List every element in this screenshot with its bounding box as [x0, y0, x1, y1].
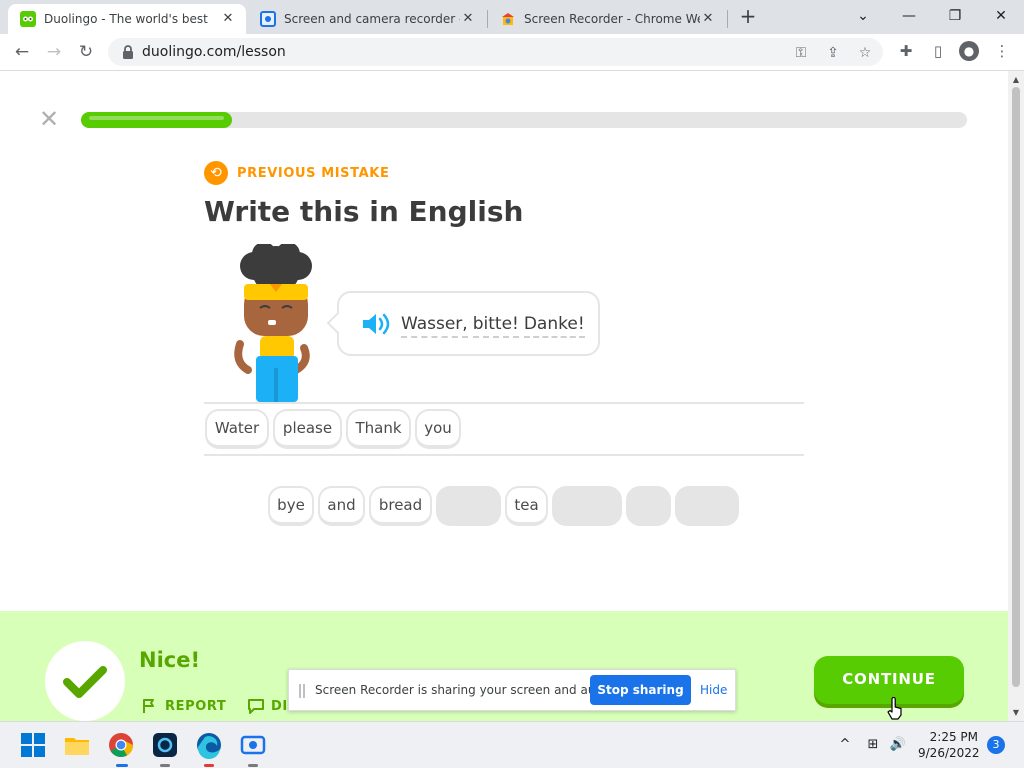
reload-icon[interactable]: ↻	[74, 40, 98, 64]
extensions-icon[interactable]: ✚	[896, 41, 916, 61]
screen-sharing-bar: Screen Recorder is sharing your screen a…	[288, 669, 736, 711]
close-tab-icon[interactable]: ✕	[220, 11, 236, 27]
key-icon[interactable]: ⚿	[792, 44, 810, 62]
tab-screen-recorder[interactable]: Screen and camera recorder - Sc ✕	[248, 4, 486, 34]
system-clock[interactable]: 2:25 PM 9/26/2022	[918, 729, 980, 761]
answer-line	[204, 402, 804, 404]
tab-chrome-web-store[interactable]: Screen Recorder - Chrome Web ✕	[488, 4, 726, 34]
previous-mistake-badge: ⟲ PREVIOUS MISTAKE	[204, 161, 389, 185]
close-window-button[interactable]: ✕	[988, 4, 1014, 28]
sharing-message: Screen Recorder is sharing your screen a…	[315, 683, 618, 697]
character-illustration	[234, 244, 312, 402]
volume-icon[interactable]: 🔊	[889, 736, 907, 754]
drag-handle-icon[interactable]	[299, 684, 305, 698]
hide-link[interactable]: Hide	[700, 683, 727, 697]
answer-chip[interactable]: Thank	[346, 409, 411, 449]
report-button[interactable]: REPORT	[141, 697, 226, 715]
phrase-word[interactable]: Wasser,	[401, 314, 468, 338]
screen-recorder-app-icon[interactable]	[238, 730, 268, 760]
word-bank-slot-empty	[626, 486, 671, 526]
file-explorer-icon[interactable]	[62, 730, 92, 760]
close-tab-icon[interactable]: ✕	[700, 11, 716, 27]
tab-title: Duolingo - The world's best	[44, 12, 208, 26]
checkmark-icon	[63, 666, 107, 698]
profile-avatar-icon[interactable]: ●	[959, 41, 979, 61]
clock-time: 2:25 PM	[929, 730, 978, 744]
windows-start-icon[interactable]	[18, 730, 48, 760]
word-bank-slot-empty	[552, 486, 622, 526]
close-tab-icon[interactable]: ✕	[460, 11, 476, 27]
word-bank-chip[interactable]: bye	[268, 486, 314, 526]
feedback-title: Nice!	[139, 648, 201, 672]
chrome-icon[interactable]	[106, 730, 136, 760]
new-tab-button[interactable]: +	[738, 6, 758, 26]
notification-count-badge[interactable]: 3	[987, 736, 1005, 754]
duolingo-favicon-icon	[20, 11, 36, 27]
comment-icon	[248, 699, 264, 714]
side-panel-icon[interactable]: ▯	[928, 41, 948, 61]
scroll-down-arrow-icon[interactable]: ▼	[1010, 707, 1022, 719]
word-bank-chip[interactable]: tea	[505, 486, 548, 526]
restore-button[interactable]: ❐	[942, 4, 968, 28]
browser-toolbar: ← → ↻ duolingo.com/lesson ⚿ ⇪ ☆ ✚ ▯ ● ⋮	[0, 34, 1024, 71]
success-badge	[45, 641, 125, 721]
tab-title: Screen and camera recorder - Sc	[284, 12, 460, 26]
edge-icon[interactable]	[194, 730, 224, 760]
prompt-phrase: Wasser, bitte! Danke!	[401, 314, 585, 338]
word-bank-chip[interactable]: and	[318, 486, 365, 526]
share-icon[interactable]: ⇪	[824, 44, 842, 62]
word-bank-slot-empty	[675, 486, 739, 526]
answer-chip[interactable]: please	[273, 409, 342, 449]
phrase-word[interactable]: Danke!	[523, 314, 585, 338]
network-icon[interactable]: ⊞	[864, 736, 882, 754]
speech-bubble: Wasser, bitte! Danke!	[326, 291, 600, 356]
lock-icon	[123, 45, 133, 59]
tab-duolingo[interactable]: Duolingo - The world's best ✕	[8, 4, 246, 34]
stop-sharing-button[interactable]: Stop sharing	[590, 675, 691, 705]
tab-title: Screen Recorder - Chrome Web	[524, 12, 700, 26]
address-bar[interactable]: duolingo.com/lesson ⚿ ⇪ ☆	[108, 38, 883, 66]
menu-icon[interactable]: ⋮	[992, 41, 1012, 61]
lesson-progress-bar	[81, 112, 967, 128]
taskbar: ^ ⊞ 🔊 2:25 PM 9/26/2022 3	[0, 721, 1024, 768]
clock-date: 9/26/2022	[918, 746, 980, 760]
scroll-thumb[interactable]	[1012, 87, 1020, 687]
forward-icon[interactable]: →	[42, 40, 66, 64]
repeat-icon: ⟲	[204, 161, 228, 185]
tab-strip: Duolingo - The world's best ✕ Screen and…	[0, 0, 1024, 34]
hand-cursor-icon	[887, 697, 902, 720]
word-bank-slot-empty	[436, 486, 501, 526]
bookmark-star-icon[interactable]: ☆	[856, 44, 874, 62]
challenge-heading: Write this in English	[204, 195, 524, 228]
phrase-word[interactable]: bitte!	[472, 314, 519, 338]
answer-chip[interactable]: you	[415, 409, 461, 449]
answer-chip[interactable]: Water	[205, 409, 269, 449]
back-icon[interactable]: ←	[10, 40, 34, 64]
scroll-up-arrow-icon[interactable]: ▲	[1010, 74, 1022, 86]
speaker-icon[interactable]	[361, 311, 391, 337]
badge-label: PREVIOUS MISTAKE	[237, 165, 390, 181]
photo-editor-icon[interactable]	[150, 730, 180, 760]
minimize-button[interactable]: —	[896, 4, 922, 28]
flag-icon	[143, 699, 154, 713]
word-bank-chip[interactable]: bread	[369, 486, 432, 526]
answer-line	[204, 454, 804, 456]
discuss-button[interactable]: DI	[247, 697, 288, 715]
progress-fill	[81, 112, 232, 128]
web-store-favicon-icon	[500, 11, 516, 27]
tab-search-icon[interactable]: ⌄	[850, 4, 876, 28]
show-hidden-icons-icon[interactable]: ^	[836, 736, 854, 754]
url-text[interactable]: duolingo.com/lesson	[142, 44, 286, 60]
discuss-label: DI	[271, 698, 288, 714]
page-scrollbar[interactable]: ▲ ▼	[1008, 71, 1024, 721]
report-label: REPORT	[165, 698, 227, 714]
recorder-favicon-icon	[260, 11, 276, 27]
quit-lesson-icon[interactable]: ✕	[36, 106, 62, 132]
